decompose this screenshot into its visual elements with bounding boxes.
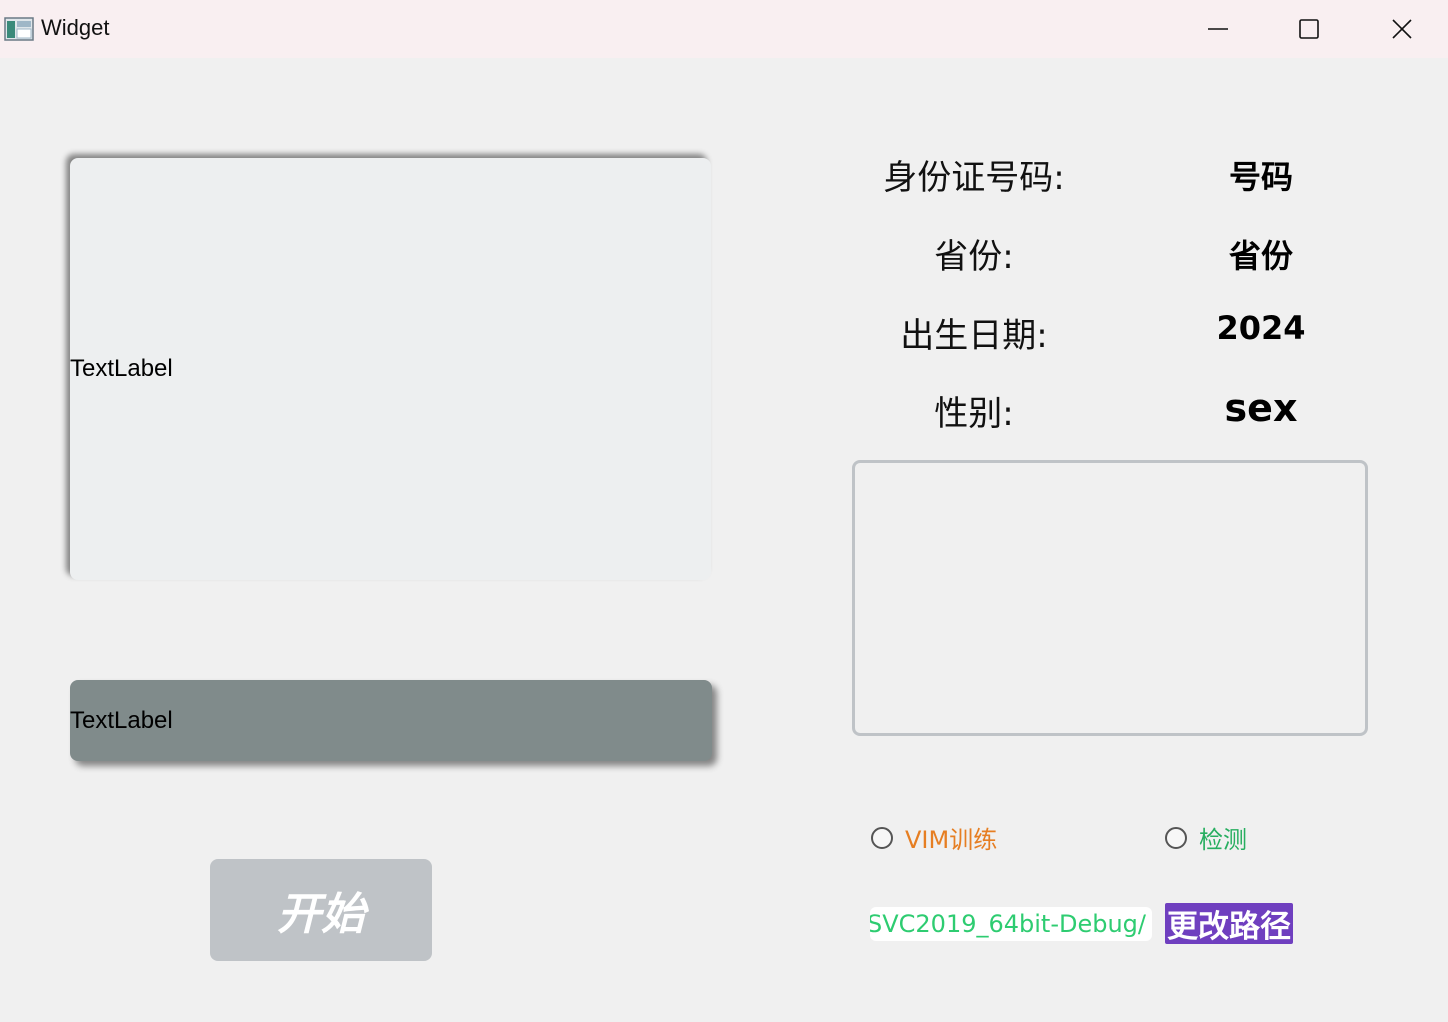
image-display-text: TextLabel [70, 355, 173, 382]
result-label: TextLabel [70, 680, 712, 761]
minimize-button[interactable] [1172, 0, 1264, 58]
id-number-value: 号码 [1228, 158, 1293, 196]
birth-date-key: 出生日期: [900, 316, 1048, 356]
province-key: 省份: [934, 237, 1014, 277]
output-text-box[interactable] [852, 460, 1368, 736]
gender-key: 性别: [934, 394, 1014, 434]
image-display-label: TextLabel [70, 158, 711, 580]
radio-train-indicator[interactable] [871, 826, 893, 849]
path-field[interactable]: 1SVC2019_64bit-Debug/ [870, 907, 1152, 941]
result-label-text: TextLabel [70, 706, 173, 734]
radio-train-label: VIM训练 [905, 826, 998, 854]
maximize-icon [1299, 19, 1319, 39]
birth-date-value: 2024 [1216, 309, 1306, 347]
app-window-icon [4, 17, 34, 41]
change-path-button[interactable]: 更改路径 [1165, 903, 1293, 945]
radio-detect[interactable]: 检测 [1165, 820, 1247, 855]
minimize-icon [1208, 28, 1228, 30]
maximize-button[interactable] [1263, 0, 1355, 58]
path-text: 1SVC2019_64bit-Debug/ [870, 910, 1146, 938]
radio-train[interactable]: VIM训练 [871, 820, 997, 855]
gender-value: sex [1224, 386, 1298, 430]
id-number-key: 身份证号码: [883, 158, 1065, 198]
title-bar: Widget [0, 0, 1448, 58]
radio-detect-indicator[interactable] [1165, 826, 1187, 849]
window-title: Widget [41, 15, 110, 40]
province-value: 省份 [1228, 237, 1293, 275]
start-button[interactable]: 开始 [210, 859, 432, 961]
close-icon [1392, 19, 1412, 39]
radio-detect-label: 检测 [1199, 826, 1247, 854]
close-button[interactable] [1356, 0, 1448, 58]
